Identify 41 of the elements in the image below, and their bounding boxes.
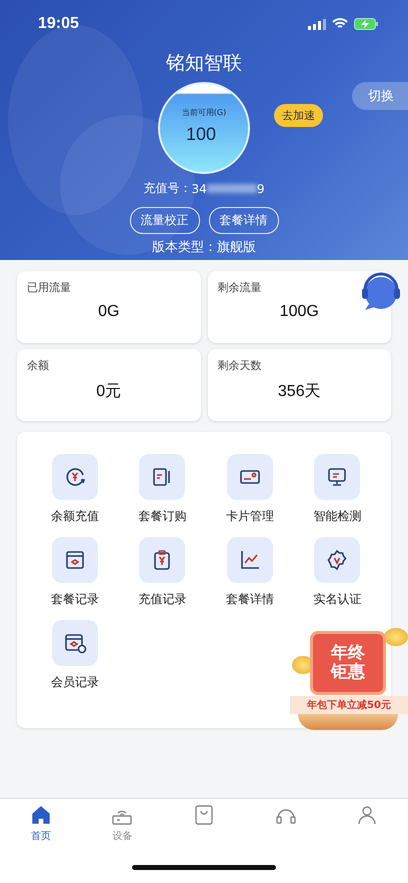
promo-subtitle: 年包下单立减50元 <box>290 696 408 714</box>
blurred-digits <box>206 184 257 193</box>
app-title: 铭知智联 <box>166 51 242 76</box>
menu-item[interactable]: 充值记录 <box>118 537 206 608</box>
tab-item[interactable]: 首页 <box>0 803 82 855</box>
boost-button[interactable]: 去加速 <box>274 104 323 127</box>
menu-item[interactable]: 套餐订购 <box>118 454 206 525</box>
battery-charging-icon <box>354 18 378 30</box>
recharge-number-end: 9 <box>256 182 264 196</box>
stat-label: 剩余流量 <box>218 280 262 295</box>
coin-icon <box>384 628 408 646</box>
stat-label: 剩余天数 <box>218 358 262 373</box>
menu-item[interactable]: 套餐详情 <box>206 537 294 608</box>
stat-label: 已用流量 <box>27 280 72 295</box>
outline-button[interactable]: 流量校正 <box>130 207 200 234</box>
recharge-label: 充值号： <box>144 180 192 197</box>
stat-value: 356天 <box>278 382 321 402</box>
member-card-icon <box>62 631 87 655</box>
stat-value: 0G <box>98 303 120 321</box>
menu-item[interactable]: 智能检测 <box>294 454 381 525</box>
promo-title: 年终 <box>331 644 365 663</box>
recharge-number-start: 34 <box>192 182 207 196</box>
stat-value: 100G <box>280 303 319 321</box>
gauge-value: 100 <box>186 124 216 145</box>
verified-badge-icon <box>325 548 350 572</box>
stat-value: 0元 <box>96 382 122 402</box>
tab-item[interactable]: 设备 <box>82 803 164 855</box>
signal-icon <box>308 18 326 30</box>
version-type: 版本类型：旗舰版 <box>152 239 256 256</box>
promo-banner[interactable]: 年终 钜惠 年包下单立减50元 <box>290 628 408 738</box>
menu-item[interactable]: 实名认证 <box>294 537 381 608</box>
outline-button[interactable]: 套餐详情 <box>208 207 278 234</box>
menu-item[interactable]: 会员记录 <box>31 620 118 691</box>
stat-label: 余额 <box>27 358 50 373</box>
promo-title: 钜惠 <box>331 663 365 682</box>
status-time: 19:05 <box>38 15 79 33</box>
menu-item[interactable]: 卡片管理 <box>206 454 294 525</box>
gauge-caption: 当前可用(G) <box>182 107 226 118</box>
wifi-icon <box>332 18 348 30</box>
menu-item[interactable]: 套餐记录 <box>31 537 118 608</box>
menu-item[interactable]: 余额充值 <box>31 454 118 525</box>
